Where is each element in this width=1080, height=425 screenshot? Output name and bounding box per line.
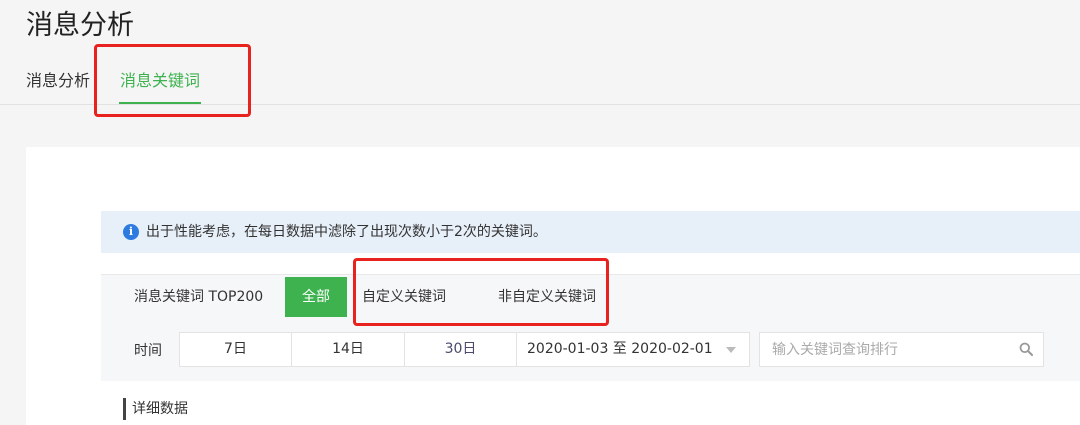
highlight-box-filters (353, 258, 609, 326)
keyword-type-label: 消息关键词 TOP200 (134, 289, 264, 305)
page-title: 消息分析 (26, 10, 134, 41)
time-label: 时间 (134, 343, 162, 359)
highlight-box-tab (94, 44, 251, 117)
period-14-days[interactable]: 14日 (291, 332, 405, 367)
notice-text: 出于性能考虑，在每日数据中滤除了出现次数小于2次的关键词。 (146, 224, 547, 240)
date-range-picker[interactable]: 2020-01-03 至 2020-02-01 (516, 332, 750, 367)
caret-down-icon (726, 347, 736, 353)
notice-banner: i 出于性能考虑，在每日数据中滤除了出现次数小于2次的关键词。 (101, 211, 1080, 253)
keyword-search-box (759, 332, 1044, 367)
filter-all-button[interactable]: 全部 (285, 277, 347, 317)
tab-message-analysis[interactable]: 消息分析 (26, 70, 90, 92)
search-icon[interactable] (1019, 342, 1033, 356)
date-range-value: 2020-01-03 至 2020-02-01 (527, 341, 713, 357)
period-30-days[interactable]: 30日 (404, 332, 517, 367)
keyword-search-input[interactable] (772, 333, 1012, 366)
period-7-days[interactable]: 7日 (179, 332, 292, 367)
info-icon: i (123, 224, 139, 240)
details-section-title: 详细数据 (123, 398, 188, 420)
